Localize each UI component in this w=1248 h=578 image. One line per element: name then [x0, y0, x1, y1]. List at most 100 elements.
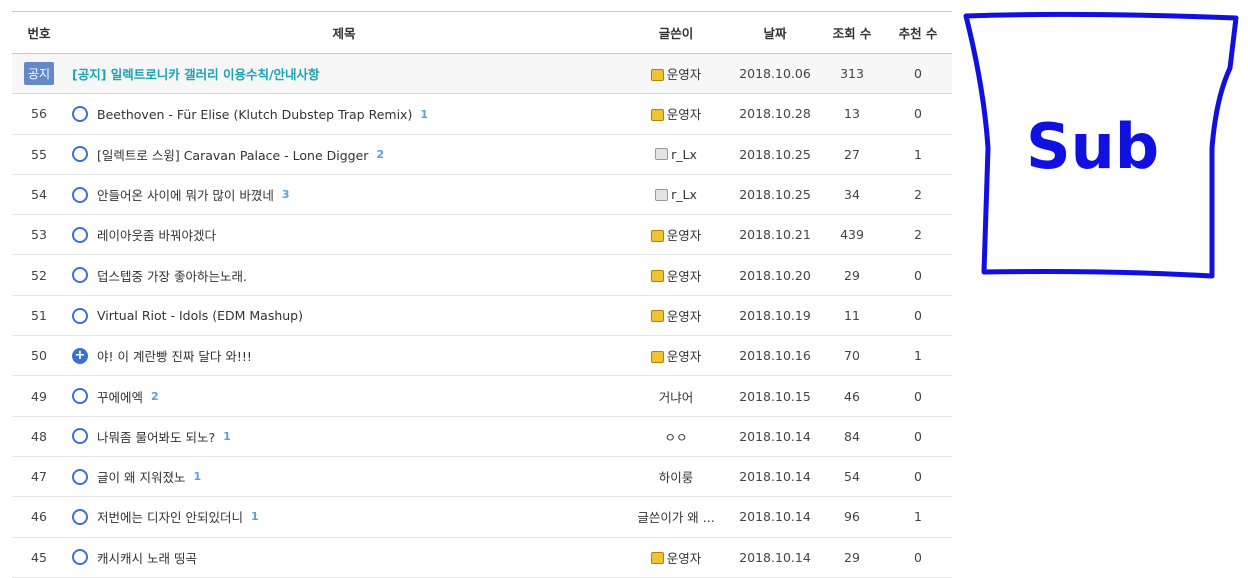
- post-recommends: 1: [914, 509, 922, 525]
- sub-label: Sub: [1026, 110, 1159, 183]
- member-badge-icon: [655, 148, 669, 161]
- post-views: 27: [844, 146, 860, 162]
- post-title-link[interactable]: 글이 왜 지워졌노: [97, 470, 185, 485]
- post-num: 56: [31, 106, 47, 122]
- post-author[interactable]: r_Lx: [671, 187, 697, 202]
- table-row[interactable]: 51 Virtual Riot - Idols (EDM Mashup) 운영자 20…: [12, 295, 952, 336]
- comment-count[interactable]: 2: [151, 390, 159, 403]
- post-author[interactable]: 글쓴이가 왜 ...: [637, 510, 714, 525]
- post-author[interactable]: 운영자: [667, 309, 702, 324]
- circle-icon: [72, 106, 88, 123]
- table-row[interactable]: 47 글이 왜 지워졌노 1 하이룽 2018.10.14 54 0: [12, 456, 952, 497]
- admin-badge-icon: [650, 270, 664, 283]
- circle-icon: [72, 549, 88, 566]
- col-num-header: 번호: [27, 26, 51, 41]
- comment-count[interactable]: 1: [420, 108, 428, 121]
- post-author[interactable]: 하이룽: [659, 470, 694, 485]
- notice-title-link[interactable]: [공지] 일렉트로니카 갤러리 이용수칙/안내사항: [72, 67, 320, 82]
- post-title-link[interactable]: 캐시캐시 노래 띵곡: [97, 551, 197, 566]
- col-recommends-header: 추천 수: [898, 26, 938, 41]
- col-date-header: 날짜: [763, 26, 787, 41]
- table-row[interactable]: 50 + 야! 이 계란빵 진짜 달다 와!!! 운영자 2018.10.16 70 1: [12, 336, 952, 376]
- post-recommends: 0: [914, 428, 922, 444]
- post-date: 2018.10.20: [739, 267, 811, 283]
- post-date: 2018.10.14: [739, 469, 811, 485]
- table-row[interactable]: 45 캐시캐시 노래 띵곡 운영자 2018.10.14 29 0: [12, 537, 952, 578]
- comment-count[interactable]: 3: [282, 188, 290, 201]
- post-views: 29: [844, 549, 860, 565]
- post-num: 50: [31, 348, 47, 364]
- table-row[interactable]: 46 저번에는 디자인 안되있더니 1 글쓴이가 왜 ... 2018.10.14 96 1: [12, 497, 952, 538]
- post-title-link[interactable]: Beethoven - Für Elise (Klutch Dubstep Tr…: [97, 107, 412, 122]
- post-author[interactable]: 운영자: [667, 551, 702, 566]
- post-num: 46: [31, 509, 47, 525]
- post-table: 번호 제목 글쓴이 날짜 조회 수 추천 수 공지 [공지] 일렉트로니카 갤러…: [12, 11, 952, 578]
- post-title-link[interactable]: [일렉트로 스윙] Caravan Palace - Lone Digger: [97, 148, 368, 163]
- notice-views: 313: [840, 66, 864, 82]
- sub-sketch: Sub: [963, 11, 1239, 279]
- post-recommends: 0: [914, 307, 922, 323]
- admin-badge-icon: [650, 108, 664, 121]
- post-author[interactable]: 운영자: [667, 349, 702, 364]
- admin-badge-icon: [650, 552, 664, 565]
- post-title-link[interactable]: 나뭐좀 물어봐도 되노?: [97, 430, 215, 445]
- post-title-link[interactable]: 덥스텝중 가장 좋아하는노래.: [97, 269, 247, 284]
- post-views: 84: [844, 428, 860, 444]
- post-recommends: 0: [914, 267, 922, 283]
- admin-badge-icon: [650, 229, 664, 242]
- post-title-link[interactable]: 야! 이 계란빵 진짜 달다 와!!!: [97, 349, 252, 364]
- post-author[interactable]: r_Lx: [671, 147, 697, 162]
- post-author[interactable]: 거냐어: [659, 390, 694, 405]
- post-recommends: 2: [914, 187, 922, 203]
- circle-icon: [72, 508, 88, 525]
- post-recommends: 0: [914, 106, 922, 122]
- post-title-link[interactable]: Virtual Riot - Idols (EDM Mashup): [97, 308, 303, 323]
- table-row[interactable]: 55 [일렉트로 스윙] Caravan Palace - Lone Digger…: [12, 134, 952, 175]
- comment-count[interactable]: 2: [376, 148, 384, 161]
- post-views: 13: [844, 106, 860, 122]
- table-row[interactable]: 52 덥스텝중 가장 좋아하는노래. 운영자 2018.10.20 29 0: [12, 255, 952, 296]
- table-header: 번호 제목 글쓴이 날짜 조회 수 추천 수: [12, 11, 952, 54]
- circle-icon: [72, 428, 88, 445]
- post-views: 96: [844, 509, 860, 525]
- post-date: 2018.10.14: [739, 509, 811, 525]
- post-date: 2018.10.15: [739, 388, 811, 404]
- notice-row[interactable]: 공지 [공지] 일렉트로니카 갤러리 이용수칙/안내사항 운영자 2018.10…: [12, 53, 952, 94]
- table-row[interactable]: 56 Beethoven - Für Elise (Klutch Dubstep …: [12, 94, 952, 135]
- post-date: 2018.10.14: [739, 549, 811, 565]
- notice-recommends: 0: [914, 66, 922, 82]
- member-badge-icon: [655, 188, 669, 201]
- notice-badge: 공지: [23, 62, 55, 86]
- post-author[interactable]: 운영자: [667, 228, 702, 243]
- table-row[interactable]: 54 안들어온 사이에 뭐가 많이 바꼈네 3 r_Lx 2018.10.25 34 2: [12, 174, 952, 215]
- notice-author[interactable]: 운영자: [667, 67, 702, 82]
- post-recommends: 2: [914, 227, 922, 243]
- col-views-header: 조회 수: [832, 26, 872, 41]
- comment-count[interactable]: 1: [251, 510, 259, 523]
- circle-icon: [72, 468, 88, 485]
- post-views: 34: [844, 187, 860, 203]
- post-recommends: 1: [914, 348, 922, 364]
- comment-count[interactable]: 1: [193, 470, 201, 483]
- post-title-link[interactable]: 꾸에에엑: [97, 390, 143, 405]
- table-row[interactable]: 49 꾸에에엑 2 거냐어 2018.10.15 46 0: [12, 376, 952, 417]
- post-num: 49: [31, 388, 47, 404]
- post-author[interactable]: 운영자: [667, 269, 702, 284]
- post-date: 2018.10.25: [739, 187, 811, 203]
- circle-icon: [72, 226, 88, 243]
- table-row[interactable]: 48 나뭐좀 물어봐도 되노? 1 ㅇㅇ 2018.10.14 84 0: [12, 416, 952, 457]
- post-board: 번호 제목 글쓴이 날짜 조회 수 추천 수 공지 [공지] 일렉트로니카 갤러…: [12, 11, 952, 578]
- post-author[interactable]: 운영자: [667, 107, 702, 122]
- post-title-link[interactable]: 안들어온 사이에 뭐가 많이 바꼈네: [97, 188, 274, 203]
- post-author[interactable]: ㅇㅇ: [664, 430, 687, 445]
- post-title-link[interactable]: 저번에는 디자인 안되있더니: [97, 510, 243, 525]
- admin-badge-icon: [650, 68, 664, 81]
- post-date: 2018.10.16: [739, 348, 811, 364]
- post-title-link[interactable]: 레이아웃좀 바꿔야겠다: [97, 228, 216, 243]
- admin-badge-icon: [650, 350, 664, 363]
- comment-count[interactable]: 1: [223, 430, 231, 443]
- circle-icon: [72, 267, 88, 284]
- post-date: 2018.10.21: [739, 227, 811, 243]
- post-views: 46: [844, 388, 860, 404]
- table-row[interactable]: 53 레이아웃좀 바꿔야겠다 운영자 2018.10.21 439 2: [12, 215, 952, 255]
